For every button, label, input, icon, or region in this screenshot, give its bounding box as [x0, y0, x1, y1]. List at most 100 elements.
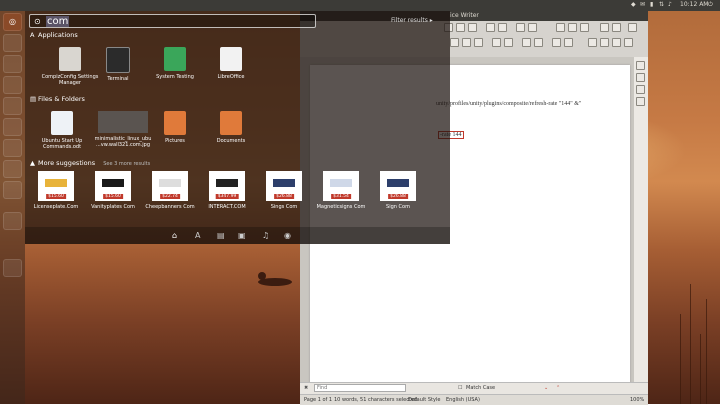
suggestion-label: Sings Com — [270, 204, 298, 210]
toolbar-icon[interactable] — [534, 38, 543, 47]
toolbar-icon[interactable] — [600, 38, 609, 47]
suggestion-item[interactable]: $26.88 Sign Com — [369, 171, 427, 210]
writer-icon[interactable] — [3, 76, 22, 94]
close-find-icon[interactable]: ✖ — [304, 385, 308, 391]
suggestion-label: Vanityplates Com — [91, 204, 135, 210]
dash-search-box[interactable]: ⊙ com — [29, 14, 316, 28]
price-badge: $26.88 — [388, 194, 408, 199]
file-label: Ubuntu Start Up Commands.odt — [41, 138, 83, 150]
app-label: System Testing — [156, 74, 194, 80]
price-badge: $22.74 — [160, 194, 180, 199]
suggestion-item[interactable]: $347.99 INTERACT.COM — [198, 171, 256, 210]
suggestion-item[interactable]: $31.54 Magneticsigns Com — [312, 171, 370, 210]
app-terminal[interactable]: Terminal — [89, 47, 147, 82]
files-heading[interactable]: ▤ Files & Folders — [30, 95, 85, 103]
toolbar-icon[interactable] — [450, 38, 459, 47]
toolbar-icon[interactable] — [588, 38, 597, 47]
toolbar-icon[interactable] — [568, 23, 577, 32]
file-wallpaper[interactable]: minimalistic_linux_ubu ...vw.wall321.com… — [94, 111, 152, 148]
app-system-testing[interactable]: System Testing — [146, 47, 204, 80]
status-zoom: 100% — [630, 397, 645, 403]
toolbar-icon[interactable] — [600, 23, 609, 32]
lens-bar: ⌂ A ▤ ▣ ♫ ◉ — [25, 227, 450, 244]
file-label: Pictures — [165, 138, 185, 144]
price-badge: $347.99 — [215, 194, 239, 199]
mail-icon[interactable]: ✉ — [640, 1, 645, 8]
toolbar-icon[interactable] — [612, 23, 621, 32]
ubuntu-logo-icon[interactable]: ◎ — [3, 13, 22, 31]
suggestions-heading[interactable]: ▲ More suggestions See 3 more results — [30, 159, 150, 167]
toolbar-icon[interactable] — [522, 38, 531, 47]
see-more-link[interactable]: See 3 more results — [103, 161, 150, 167]
find-next-icon[interactable]: ⌃ — [556, 385, 560, 391]
music-lens-icon[interactable]: ♫ — [262, 231, 269, 240]
toolbar-icon[interactable] — [492, 38, 501, 47]
suggestion-thumbnail: $15.60 — [95, 171, 131, 201]
file-startup-commands[interactable]: Ubuntu Start Up Commands.odt — [33, 111, 91, 150]
settings-icon[interactable] — [3, 160, 22, 178]
suggestion-item[interactable]: $26.88 Sings Com — [255, 171, 313, 210]
terminal-icon[interactable] — [3, 212, 22, 230]
toolbar-icon[interactable] — [528, 23, 537, 32]
toolbar-icon[interactable] — [516, 23, 525, 32]
styles-icon[interactable] — [636, 73, 645, 82]
toolbar-icon[interactable] — [624, 38, 633, 47]
toolbar-icon[interactable] — [580, 23, 589, 32]
clock[interactable]: 10:12 AM — [680, 1, 708, 8]
firefox-icon[interactable] — [3, 55, 22, 73]
gallery-icon[interactable] — [636, 85, 645, 94]
toolbar-icon[interactable] — [556, 23, 565, 32]
dropbox-icon[interactable]: ◆ — [631, 1, 636, 8]
volume-icon[interactable]: ♪ — [668, 1, 672, 8]
home-folder-icon[interactable] — [3, 34, 22, 52]
applications-heading[interactable]: A Applications — [30, 31, 78, 39]
power-icon[interactable]: ⏻ — [708, 1, 713, 9]
top-panel: ◆ ✉ ▮ ⇅ ♪ 10:12 AM ⏻ — [0, 0, 720, 11]
toolbar-icon[interactable] — [486, 23, 495, 32]
suggestion-item[interactable]: $22.74 Cheepbanners Com — [141, 171, 199, 210]
properties-icon[interactable] — [636, 61, 645, 70]
calc-icon[interactable] — [3, 97, 22, 115]
toolbar-icon[interactable] — [456, 23, 465, 32]
video-lens-icon[interactable]: ▣ — [238, 231, 246, 240]
navigator-icon[interactable] — [636, 97, 645, 106]
file-label: minimalistic_linux_ubu ...vw.wall321.com… — [94, 136, 152, 148]
impress-icon[interactable] — [3, 118, 22, 136]
toolbar-icon[interactable] — [552, 38, 561, 47]
app-libreoffice[interactable]: LibreOffice — [202, 47, 260, 80]
toolbar-icon[interactable] — [498, 23, 507, 32]
folder-pictures[interactable]: Pictures — [146, 111, 204, 144]
status-style: Default Style — [408, 397, 441, 403]
toolbar-icon[interactable] — [462, 38, 471, 47]
find-previous-icon[interactable]: ⌄ — [544, 385, 548, 391]
suggestion-label: Licenseplate.Com — [33, 204, 79, 210]
folder-documents[interactable]: Documents — [202, 111, 260, 144]
network-icon[interactable]: ⇅ — [659, 1, 664, 8]
trash-icon[interactable] — [3, 259, 22, 277]
writer-title: ice Writer — [450, 12, 479, 19]
toolbar-icon[interactable] — [612, 38, 621, 47]
toolbar-icon[interactable] — [474, 38, 483, 47]
image-file-icon — [98, 111, 148, 133]
files-lens-icon[interactable]: ▤ — [217, 231, 225, 240]
special-character-icon[interactable] — [628, 23, 637, 32]
suggestion-item[interactable]: $15.60 Vanityplates Com — [84, 171, 142, 210]
find-input[interactable]: Find — [314, 384, 406, 392]
suggestions-category-icon: ▲ — [30, 159, 35, 167]
price-badge: $15.60 — [103, 194, 123, 199]
match-case-checkbox[interactable]: ☐ — [458, 385, 462, 391]
software-center-icon[interactable] — [3, 139, 22, 157]
toolbar-icon[interactable] — [468, 23, 477, 32]
home-lens-icon[interactable]: ⌂ — [172, 231, 177, 240]
battery-icon[interactable]: ▮ — [650, 1, 653, 8]
workspace-icon[interactable] — [3, 181, 22, 199]
filter-results-toggle[interactable]: Filter results ▸ — [391, 17, 433, 24]
photo-lens-icon[interactable]: ◉ — [284, 231, 291, 240]
search-input[interactable]: com — [46, 16, 70, 27]
documents-folder-icon — [220, 111, 242, 135]
applications-lens-icon[interactable]: A — [195, 231, 200, 240]
highlight-icon[interactable] — [564, 38, 573, 47]
suggestion-item[interactable]: $15.60 Licenseplate.Com — [27, 171, 85, 210]
toolbar-icon[interactable] — [504, 38, 513, 47]
match-case-label: Match Case — [466, 385, 496, 391]
